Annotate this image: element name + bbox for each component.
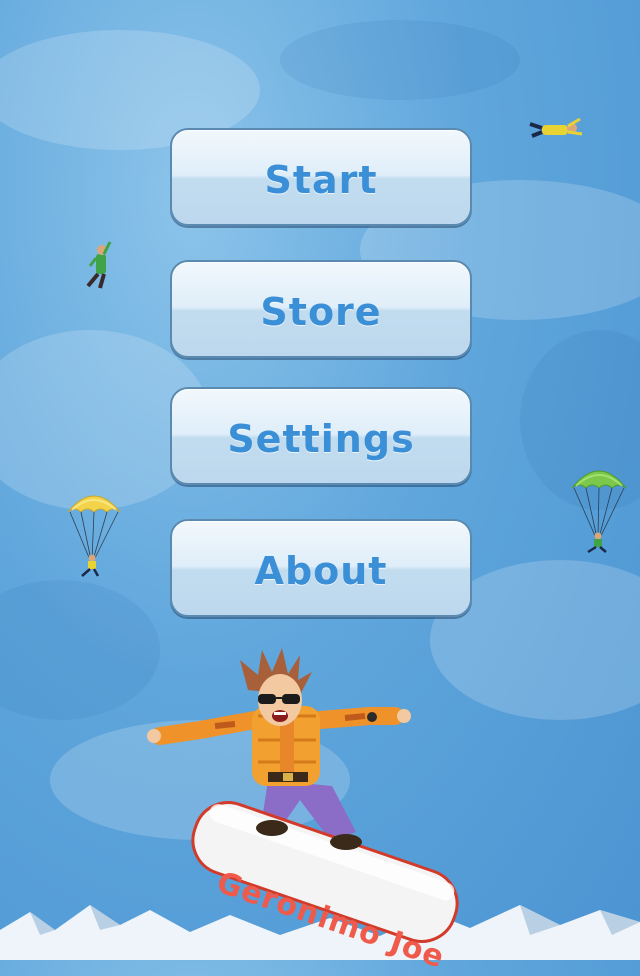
snowboarder-character	[147, 648, 459, 943]
